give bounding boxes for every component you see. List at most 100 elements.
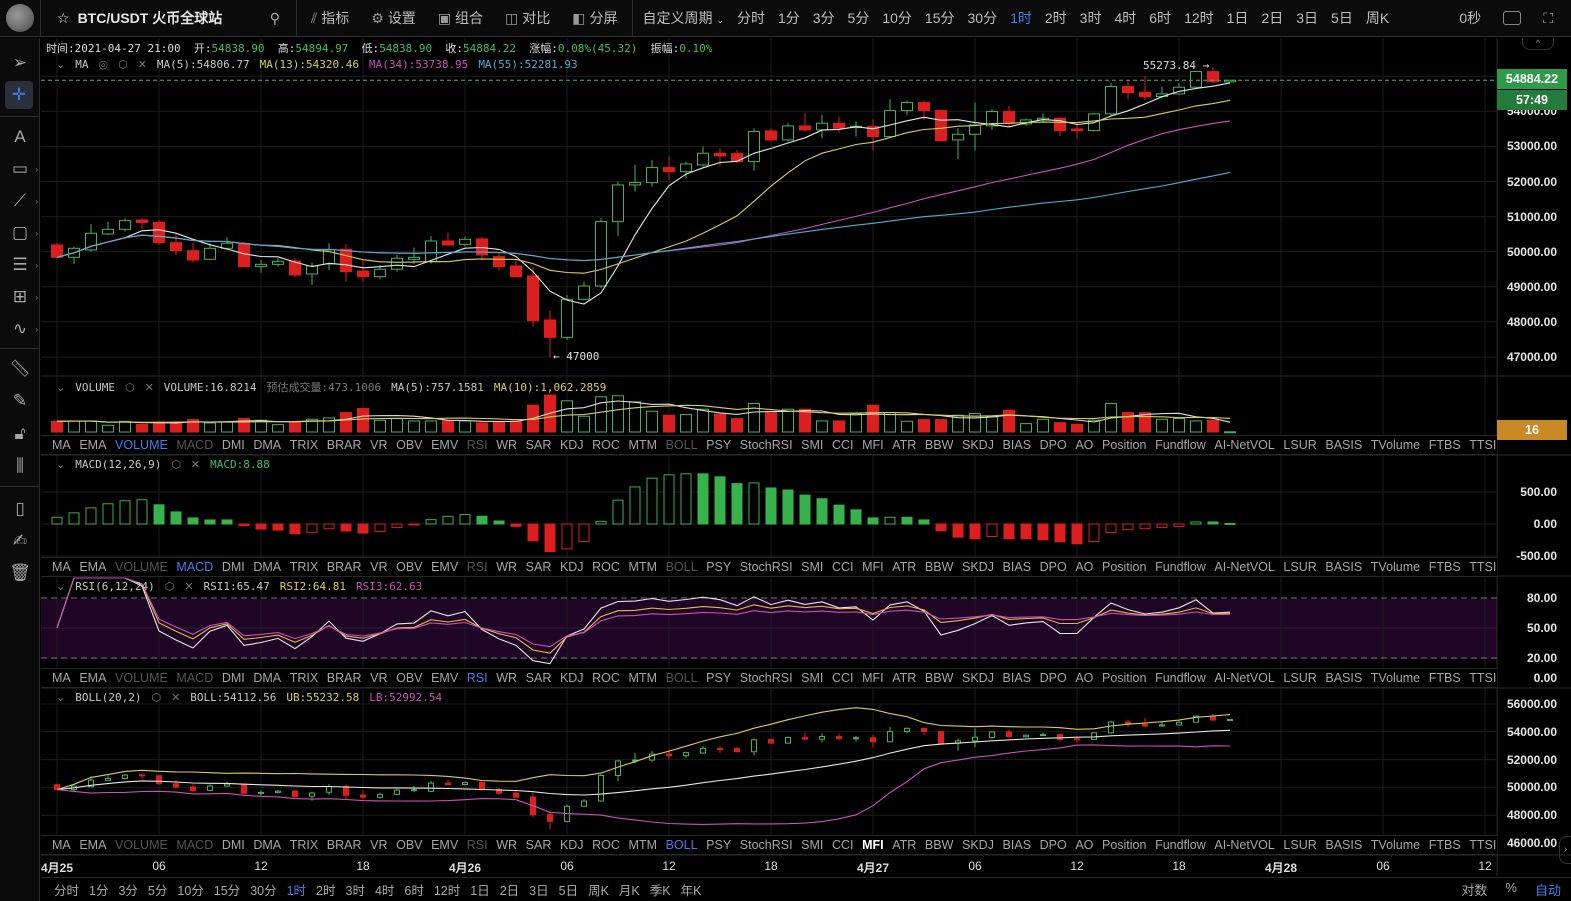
indicator-tab-fundflow[interactable]: Fundflow	[1155, 438, 1206, 452]
indicator-tab-ttsi[interactable]: TTSI	[1469, 560, 1496, 574]
indicator-tab-rsi[interactable]: RSI	[467, 438, 488, 452]
tool-layers[interactable]: ▣ 组合	[438, 8, 483, 28]
indicator-tab-skdj[interactable]: SKDJ	[962, 560, 994, 574]
indicator-tab-sar[interactable]: SAR	[526, 671, 552, 685]
cursor-arrow-icon[interactable]: ➢	[0, 48, 40, 78]
bottom-period-5日[interactable]: 5日	[559, 880, 578, 899]
lock-icon[interactable]: 🔓︎	[0, 419, 40, 449]
indicator-tab-kdj[interactable]: KDJ	[560, 438, 584, 452]
indicator-tab-atr[interactable]: ATR	[892, 560, 916, 574]
indicator-tab-kdj[interactable]: KDJ	[560, 838, 584, 852]
settings-icon[interactable]: ⬡	[118, 58, 128, 71]
trash-icon[interactable]: 🗑︎	[0, 558, 40, 588]
indicator-tab-lsur[interactable]: LSUR	[1283, 560, 1316, 574]
indicator-tab-dma[interactable]: DMA	[253, 560, 281, 574]
indicator-tab-ai-netvol[interactable]: AI-NetVOL	[1214, 560, 1274, 574]
indicator-tab-lsur[interactable]: LSUR	[1283, 838, 1316, 852]
indicator-tab-smi[interactable]: SMI	[801, 838, 823, 852]
indicator-tab-boll[interactable]: BOLL	[666, 671, 698, 685]
tool-gear[interactable]: ⚙ 设置	[371, 8, 416, 28]
period-15分[interactable]: 15分	[925, 8, 955, 28]
indicator-tab-ao[interactable]: AO	[1075, 438, 1093, 452]
indicator-tab-stochrsi[interactable]: StochRSI	[740, 838, 793, 852]
period-2时[interactable]: 2时	[1045, 8, 1067, 28]
settings-icon[interactable]: ⬡	[165, 580, 175, 593]
collapse-chevron-icon[interactable]: ⌄	[56, 381, 65, 394]
indicator-tab-dma[interactable]: DMA	[253, 838, 281, 852]
indicator-tab-cci[interactable]: CCI	[832, 438, 854, 452]
indicator-tab-obv[interactable]: OBV	[396, 671, 422, 685]
ruler-icon[interactable]: 📏︎	[0, 354, 40, 384]
indicator-tab-mfi[interactable]: MFI	[862, 838, 884, 852]
parallel-lines-icon[interactable]: ☰ ›	[0, 250, 40, 280]
bottom-period-30分[interactable]: 30分	[250, 880, 276, 899]
symbol-selector[interactable]: ☆ BTC/USDT 火币全球站 ⚲	[41, 8, 296, 28]
indicator-tab-mfi[interactable]: MFI	[862, 560, 884, 574]
fibonacci-box-icon[interactable]: ⊞ ›	[0, 282, 40, 312]
indicator-tab-ai-netvol[interactable]: AI-NetVOL	[1214, 671, 1274, 685]
pen-icon[interactable]: ✎	[0, 386, 40, 416]
indicator-tab-position[interactable]: Position	[1102, 671, 1146, 685]
indicator-tab-dma[interactable]: DMA	[253, 671, 281, 685]
close-icon[interactable]: ✕	[184, 580, 193, 593]
fullscreen-icon[interactable]: ⛶	[1543, 10, 1553, 27]
edit-list-icon[interactable]: ✍	[0, 526, 40, 556]
trend-line-icon[interactable]: ⟋ ›	[0, 186, 40, 216]
indicator-tab-skdj[interactable]: SKDJ	[962, 438, 994, 452]
indicator-tab-volume[interactable]: VOLUME	[115, 838, 168, 852]
bottom-period-1分[interactable]: 1分	[89, 880, 108, 899]
indicator-tab-ftbs[interactable]: FTBS	[1429, 560, 1461, 574]
indicator-tab-obv[interactable]: OBV	[396, 438, 422, 452]
indicator-tab-psy[interactable]: PSY	[706, 838, 731, 852]
indicator-tab-brar[interactable]: BRAR	[327, 438, 362, 452]
indicator-tab-ai-netvol[interactable]: AI-NetVOL	[1214, 438, 1274, 452]
indicator-tab-ftbs[interactable]: FTBS	[1429, 838, 1461, 852]
indicator-tab-roc[interactable]: ROC	[592, 838, 620, 852]
indicator-tab-macd[interactable]: MACD	[176, 671, 213, 685]
close-icon[interactable]: ✕	[191, 458, 200, 471]
indicator-tab-bbw[interactable]: BBW	[925, 838, 953, 852]
indicator-tab-wr[interactable]: WR	[496, 671, 517, 685]
indicator-tab-smi[interactable]: SMI	[801, 671, 823, 685]
indicator-tab-volume[interactable]: VOLUME	[115, 671, 168, 685]
indicator-tab-sar[interactable]: SAR	[526, 560, 552, 574]
indicator-tab-boll[interactable]: BOLL	[666, 838, 698, 852]
indicator-tab-bbw[interactable]: BBW	[925, 438, 953, 452]
collapse-chevron-icon[interactable]: ⌄	[56, 691, 65, 704]
collapse-chevron-icon[interactable]: ⌄	[56, 58, 65, 71]
indicator-tab-bias[interactable]: BIAS	[1003, 438, 1032, 452]
indicator-tab-dpo[interactable]: DPO	[1040, 438, 1067, 452]
indicator-tab-wr[interactable]: WR	[496, 838, 517, 852]
tool-chart[interactable]: ⫽ 指标	[311, 8, 349, 28]
indicator-tab-volume[interactable]: VOLUME	[115, 560, 168, 574]
indicator-tab-ema[interactable]: EMA	[79, 438, 106, 452]
indicator-tab-kdj[interactable]: KDJ	[560, 560, 584, 574]
bottom-period-2时[interactable]: 2时	[316, 880, 335, 899]
indicator-tab-emv[interactable]: EMV	[431, 838, 458, 852]
indicator-tab-mtm[interactable]: MTM	[629, 671, 657, 685]
indicator-tab-vr[interactable]: VR	[370, 838, 387, 852]
indicator-tab-mtm[interactable]: MTM	[629, 838, 657, 852]
bottom-period-1日[interactable]: 1日	[470, 880, 489, 899]
indicator-tab-tvolume[interactable]: TVolume	[1371, 838, 1420, 852]
hide-drawings-icon[interactable]: ⫼	[0, 451, 40, 481]
period-分时[interactable]: 分时	[737, 8, 765, 28]
indicator-tab-dpo[interactable]: DPO	[1040, 671, 1067, 685]
indicator-tab-skdj[interactable]: SKDJ	[962, 838, 994, 852]
indicator-tab-smi[interactable]: SMI	[801, 560, 823, 574]
period-周K[interactable]: 周K	[1366, 8, 1389, 28]
period-12时[interactable]: 12时	[1184, 8, 1214, 28]
indicator-tab-ma[interactable]: MA	[52, 560, 71, 574]
bookmark-icon[interactable]: ▯	[0, 494, 40, 524]
bottom-period-月K[interactable]: 月K	[619, 880, 640, 899]
indicator-tab-fundflow[interactable]: Fundflow	[1155, 560, 1206, 574]
indicator-tab-fundflow[interactable]: Fundflow	[1155, 671, 1206, 685]
eye-icon[interactable]: ◎	[98, 58, 108, 71]
period-3日[interactable]: 3日	[1296, 8, 1318, 28]
indicator-tab-stochrsi[interactable]: StochRSI	[740, 671, 793, 685]
settings-icon[interactable]: ⬡	[151, 691, 161, 704]
indicator-tab-kdj[interactable]: KDJ	[560, 671, 584, 685]
crosshair-icon[interactable]: ✛	[5, 81, 33, 109]
indicator-tab-trix[interactable]: TRIX	[290, 671, 318, 685]
bottom-period-12时[interactable]: 12时	[434, 880, 460, 899]
